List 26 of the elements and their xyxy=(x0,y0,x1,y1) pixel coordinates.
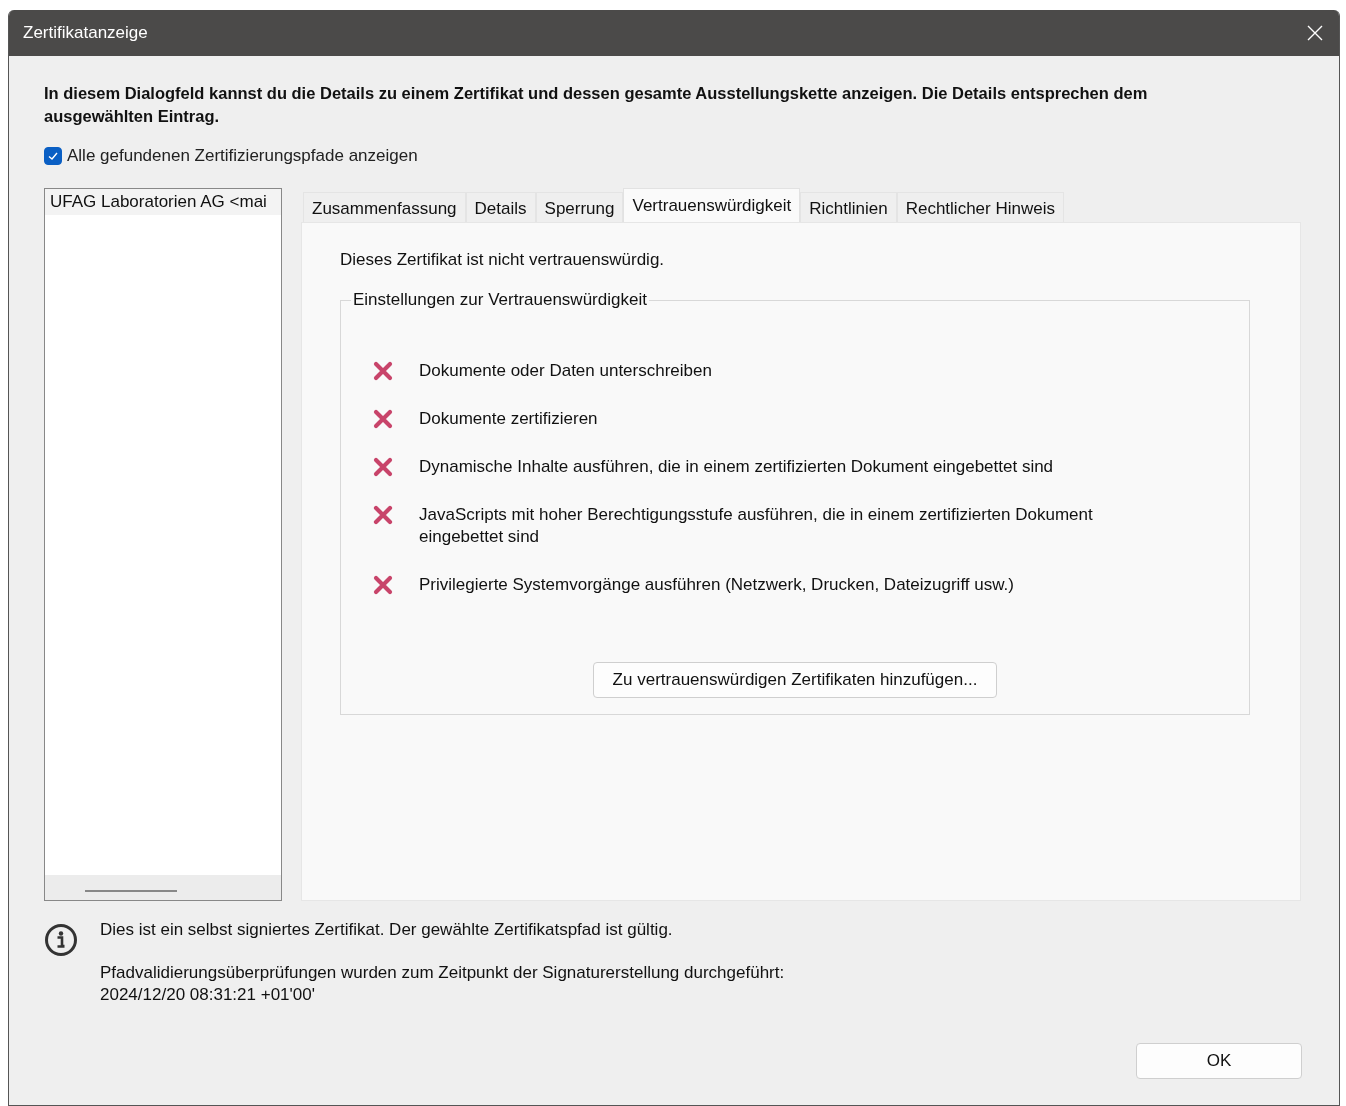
tab[interactable]: Vertrauenswürdigkeit xyxy=(623,188,801,222)
description-text: In diesem Dialogfeld kannst du die Details zu einem Zertifikat und dessen gesamte Ausstellungskette anzeigen. Die Details entsprechen dem ausgewählten Eintrag. xyxy=(44,83,1149,127)
window-title: Zertifikatanzeige xyxy=(23,23,148,43)
permission-text: Dynamische Inhalte ausführen, die in einem zertifizierten Dokument eingebettet sind xyxy=(419,456,1055,478)
info-icon xyxy=(44,923,78,957)
tab[interactable]: Sperrung xyxy=(535,192,624,222)
add-to-trusted-button[interactable]: Zu vertrauenswürdigen Zertifikaten hinzufügen... xyxy=(592,662,998,698)
permission-text: Privilegierte Systemvorgänge ausführen (Netzwerk, Drucken, Dateizugriff usw.) xyxy=(419,574,1015,596)
trust-status-text: Dieses Zertifikat ist nicht vertrauenswürdig. xyxy=(340,250,666,270)
info-text: Pfadvalidierungsüberprüfungen wurden zum Zeitpunkt der Signaturerstellung durchgeführt: 2024/12/20 08:31:21 +01'00' xyxy=(100,962,785,1006)
tab[interactable]: Zusammenfassung xyxy=(303,192,466,222)
certificate-item[interactable]: UFAG Laboratorien AG <mai xyxy=(45,189,281,215)
tab[interactable]: Richtlinien xyxy=(800,192,897,222)
checkmark-icon xyxy=(47,150,59,162)
permission-text: Dokumente zertifizieren xyxy=(419,408,599,430)
permission-text: JavaScripts mit hoher Berechtigungsstufe ausführen, die in einem zertifizierten Dokument eingebettet sind xyxy=(419,504,1094,548)
tab[interactable]: Details xyxy=(465,192,536,222)
checkbox[interactable] xyxy=(44,147,62,165)
group-title: Einstellungen zur Vertrauenswürdigkeit xyxy=(352,290,648,310)
info-text: Dies ist ein selbst signiertes Zertifikat. Der gewählte Zertifikatspfad ist gültig. xyxy=(100,919,674,941)
ok-button[interactable]: OK xyxy=(1136,1043,1302,1079)
close-icon[interactable] xyxy=(1307,25,1323,41)
scrollbar[interactable] xyxy=(45,875,281,900)
tab[interactable]: Rechtlicher Hinweis xyxy=(896,192,1064,222)
checkbox-label: Alle gefundenen Zertifizierungspfade anzeigen xyxy=(67,146,418,166)
permission-text: Dokumente oder Daten unterschreiben xyxy=(419,360,713,382)
